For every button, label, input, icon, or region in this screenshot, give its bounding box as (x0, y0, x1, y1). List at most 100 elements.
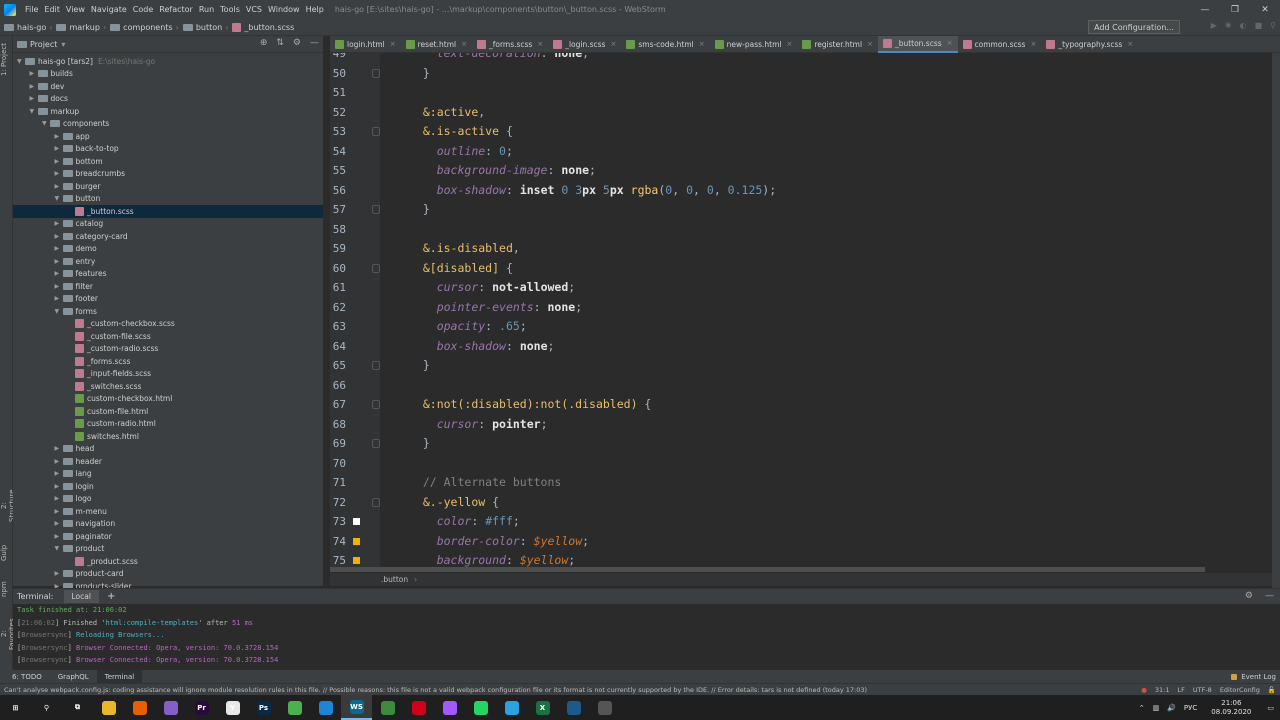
editor-tab[interactable]: common.scss × (958, 36, 1042, 53)
collapsed-arrow-icon[interactable]: ▶ (55, 445, 63, 452)
tree-item[interactable]: ▶ category-card (13, 230, 323, 243)
collapsed-arrow-icon[interactable]: ▶ (55, 570, 63, 577)
tree-item[interactable]: ▶ builds (13, 68, 323, 81)
input-language[interactable]: РУС (1180, 704, 1201, 712)
breadcrumb-item[interactable]: components › (106, 23, 179, 32)
fold-icon[interactable] (372, 361, 380, 370)
terminal-tab-local[interactable]: Local (63, 590, 99, 603)
editor-tab[interactable]: reset.html × (401, 36, 472, 53)
collapsed-arrow-icon[interactable]: ▶ (55, 170, 63, 177)
close-icon[interactable]: × (537, 40, 543, 48)
menu-item-help[interactable]: Help (303, 5, 327, 14)
tree-item[interactable]: ▶ navigation (13, 518, 323, 531)
chevron-down-icon[interactable]: ▾ (61, 40, 65, 49)
breadcrumb-item[interactable]: button › (179, 23, 228, 32)
tree-item[interactable]: ▶ demo (13, 243, 323, 256)
photoshop-button[interactable]: Ps (248, 695, 279, 720)
telegram-button[interactable] (496, 695, 527, 720)
close-button[interactable]: ✕ (1250, 0, 1280, 19)
tree-item[interactable]: _custom-radio.scss (13, 343, 323, 356)
chevron-up-icon[interactable]: ⌃ (1135, 704, 1149, 712)
line-separator[interactable]: LF (1177, 686, 1184, 694)
whatsapp-button[interactable] (465, 695, 496, 720)
structure-tool-button[interactable]: 2: Structure (0, 486, 16, 526)
tree-item[interactable]: ▶ product-card (13, 568, 323, 581)
editor-tab[interactable]: sms-code.html × (621, 36, 709, 53)
menu-item-run[interactable]: Run (196, 5, 217, 14)
collapse-all-icon[interactable]: ⇅ (276, 38, 284, 48)
collapsed-arrow-icon[interactable]: ▶ (55, 133, 63, 140)
notifications-icon[interactable]: ▭ (1261, 704, 1280, 712)
tree-item[interactable]: ▶ header (13, 455, 323, 468)
collapsed-arrow-icon[interactable]: ▶ (55, 283, 63, 290)
menu-item-edit[interactable]: Edit (41, 5, 63, 14)
collapsed-arrow-icon[interactable]: ▶ (30, 95, 38, 102)
network-icon[interactable]: ▥ (1149, 704, 1164, 712)
close-icon[interactable]: × (1030, 40, 1036, 48)
collapsed-arrow-icon[interactable]: ▶ (55, 270, 63, 277)
run-icon[interactable]: ▶ (1211, 21, 1217, 30)
expanded-arrow-icon[interactable]: ▼ (55, 545, 63, 552)
editor-tab[interactable]: _login.scss × (548, 36, 621, 53)
visual-studio-button[interactable] (155, 695, 186, 720)
fold-icon[interactable] (372, 439, 380, 448)
close-icon[interactable]: × (1127, 40, 1133, 48)
collapsed-arrow-icon[interactable]: ▶ (30, 70, 38, 77)
editorconfig-widget[interactable]: EditorConfig (1220, 686, 1260, 694)
project-title[interactable]: Project (30, 40, 57, 49)
menu-item-vcs[interactable]: VCS (243, 5, 265, 14)
clock[interactable]: 21:06 08.09.2020 (1201, 699, 1261, 717)
volume-icon[interactable]: 🔊 (1163, 704, 1180, 712)
close-icon[interactable]: × (947, 39, 953, 47)
error-icon[interactable]: ● (1141, 686, 1147, 694)
status-message[interactable]: Can't analyse webpack.config.js: coding … (4, 686, 1114, 694)
collapsed-arrow-icon[interactable]: ▶ (55, 245, 63, 252)
favorites-tool-button[interactable]: 2: Favorites (0, 614, 16, 654)
fold-icon[interactable] (372, 263, 380, 273)
add-configuration-button[interactable]: Add Configuration... (1088, 20, 1180, 34)
npm-tool-button[interactable]: npm (0, 581, 13, 597)
menu-item-window[interactable]: Window (265, 5, 303, 14)
tree-item[interactable]: custom-checkbox.html (13, 393, 323, 406)
webstorm-button[interactable]: WS (341, 695, 372, 720)
event-log-button[interactable]: Event Log (1231, 670, 1276, 683)
menu-item-code[interactable]: Code (130, 5, 156, 14)
editor-tab[interactable]: new-pass.html × (710, 36, 798, 53)
gear-icon[interactable]: ⚙ (1245, 591, 1253, 601)
tree-item[interactable]: ▶ burger (13, 180, 323, 193)
tree-item[interactable]: ▼ forms (13, 305, 323, 318)
fold-icon[interactable] (372, 127, 380, 136)
steam-button[interactable] (558, 695, 589, 720)
tree-item[interactable]: ▶ head (13, 443, 323, 456)
breadcrumb-item[interactable]: markup › (52, 23, 106, 32)
gulp-tool-button[interactable]: Gulp (0, 541, 13, 565)
tree-item[interactable]: switches.html (13, 430, 323, 443)
tree-item[interactable]: ▼ hais-go [tars2] E:\sites\hais-go (13, 55, 323, 68)
tree-item[interactable]: ▶ paginator (13, 530, 323, 543)
editor-tab[interactable]: _forms.scss × (472, 36, 548, 53)
editor-tab[interactable]: register.html × (797, 36, 878, 53)
expanded-arrow-icon[interactable]: ▼ (55, 308, 63, 315)
remote-button[interactable] (589, 695, 620, 720)
close-icon[interactable]: × (461, 40, 467, 48)
maximize-button[interactable]: ❐ (1220, 0, 1250, 19)
menu-item-tools[interactable]: Tools (217, 5, 243, 14)
tool-window-graphql[interactable]: GraphQL (50, 670, 97, 683)
tree-item[interactable]: ▶ lang (13, 468, 323, 481)
tree-item[interactable]: ▶ features (13, 268, 323, 281)
hide-icon[interactable]: — (310, 38, 319, 48)
breadcrumb-item[interactable]: _button.scss (228, 22, 294, 32)
debug-icon[interactable]: ✱ (1225, 21, 1232, 30)
tree-item[interactable]: ▶ filter (13, 280, 323, 293)
task-view-button[interactable]: ⧉ (62, 695, 93, 720)
tool-window-todo[interactable]: 6: TODO (4, 670, 50, 683)
collapsed-arrow-icon[interactable]: ▶ (55, 145, 63, 152)
notepad-button[interactable] (372, 695, 403, 720)
tree-item[interactable]: ▶ catalog (13, 218, 323, 231)
excel-button[interactable]: X (527, 695, 558, 720)
collapsed-arrow-icon[interactable]: ▶ (55, 508, 63, 515)
tool-window-terminal[interactable]: Terminal (96, 670, 143, 683)
coverage-icon[interactable]: ◐ (1240, 21, 1247, 30)
new-terminal-button[interactable]: + (107, 591, 115, 602)
code-editor[interactable]: 49 text-decoration: none; 50 } 51 52 &:acti… (330, 53, 1272, 567)
